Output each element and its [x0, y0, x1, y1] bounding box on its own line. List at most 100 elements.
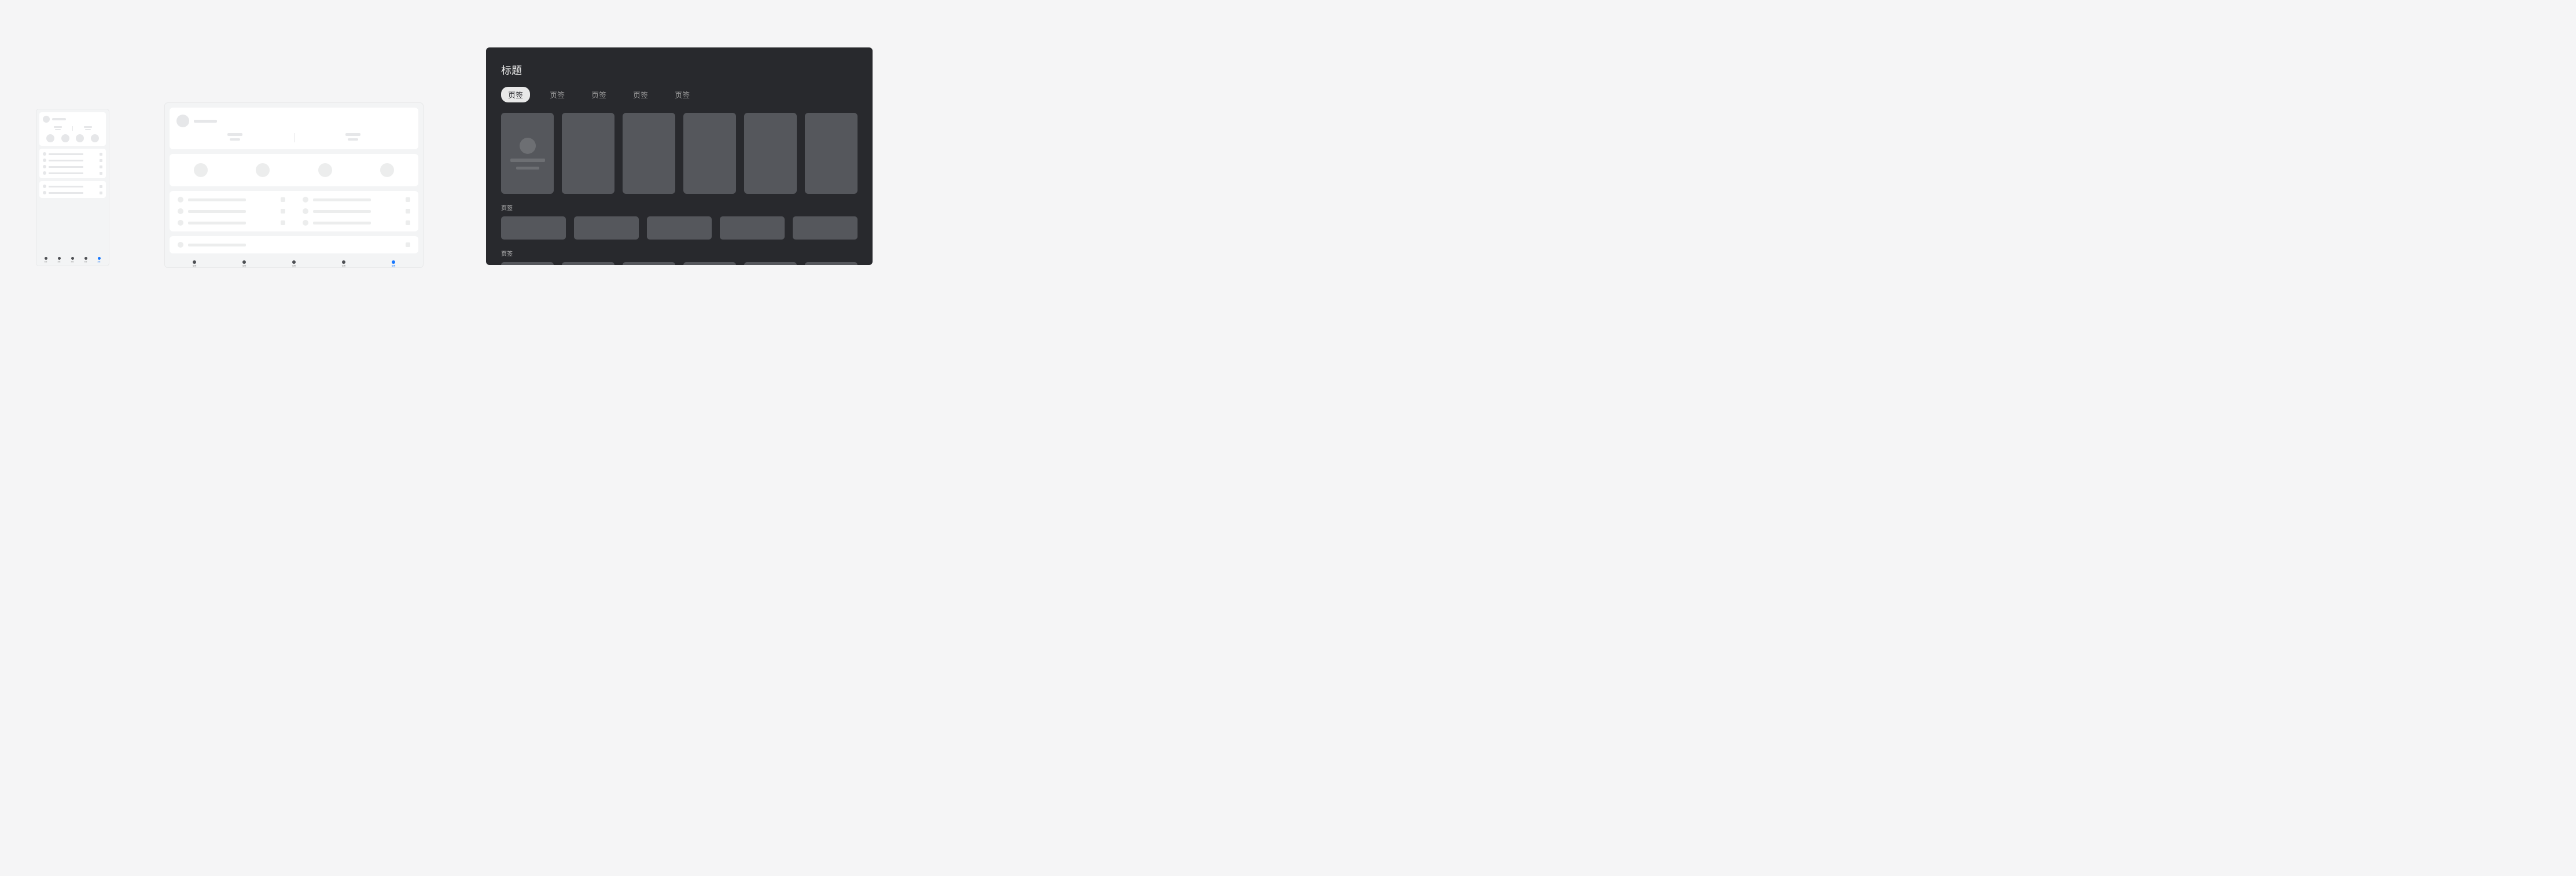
nav-label: 页签	[58, 260, 61, 262]
action-icon	[100, 159, 102, 162]
nav-tab[interactable]: 页签	[57, 257, 61, 263]
quick-actions	[170, 154, 418, 186]
nav-label: 页签	[71, 260, 74, 262]
action-icon	[406, 197, 410, 202]
action-icon	[281, 220, 285, 225]
avatar-icon	[176, 115, 189, 127]
list-item[interactable]	[43, 165, 102, 168]
tab[interactable]: 页签	[626, 87, 655, 102]
text-placeholder	[49, 160, 83, 161]
profile-header	[43, 116, 102, 123]
text-placeholder	[49, 186, 83, 187]
content-card[interactable]	[647, 216, 712, 240]
nav-icon	[392, 260, 395, 264]
tab[interactable]: 页签	[668, 87, 697, 102]
action-icon	[281, 197, 285, 202]
content-card[interactable]	[683, 262, 736, 265]
text-placeholder	[49, 172, 83, 174]
action-icon	[100, 172, 102, 175]
nav-tab[interactable]: 页签	[44, 257, 47, 263]
card-row-clipped	[501, 262, 858, 265]
profile-card	[39, 112, 106, 146]
bottom-nav: 页签 页签 页签 页签 页签	[39, 257, 106, 263]
content-card[interactable]	[501, 262, 554, 265]
card-row-small	[501, 216, 858, 240]
nav-tab-active[interactable]: 页签	[97, 257, 101, 263]
dot-icon	[43, 171, 46, 175]
content-card[interactable]	[805, 262, 858, 265]
content-card[interactable]	[562, 262, 614, 265]
content-card[interactable]	[623, 262, 675, 265]
nav-tab[interactable]: 页签	[341, 260, 346, 268]
list-item[interactable]	[178, 208, 285, 214]
nav-tab[interactable]: 页签	[292, 260, 296, 268]
profile-header	[176, 115, 411, 127]
tab[interactable]: 页签	[543, 87, 572, 102]
list-item[interactable]	[178, 197, 285, 203]
dot-icon	[43, 185, 46, 188]
tab[interactable]: 页签	[584, 87, 613, 102]
list-item[interactable]	[43, 191, 102, 194]
dot-icon	[178, 220, 183, 226]
dot-icon	[178, 208, 183, 214]
nav-tab[interactable]: 页签	[84, 257, 87, 263]
action-icon	[406, 220, 410, 225]
text-placeholder	[313, 210, 371, 213]
nav-icon	[193, 260, 196, 264]
circle-placeholder	[91, 134, 99, 142]
nav-icon	[292, 260, 296, 264]
nav-icon	[342, 260, 345, 264]
tv-wireframe: 标题 页签 页签 页签 页签 页签 页签 页签	[486, 47, 873, 265]
dot-icon	[43, 191, 46, 194]
action-icon	[406, 209, 410, 214]
list-item[interactable]	[303, 220, 410, 226]
dot-icon	[178, 242, 183, 248]
text-placeholder	[49, 166, 83, 168]
list-item[interactable]	[43, 152, 102, 156]
tab-active[interactable]: 页签	[501, 87, 530, 102]
stats-row	[43, 126, 102, 131]
list-item[interactable]	[303, 197, 410, 203]
dot-icon	[303, 220, 308, 226]
nav-icon	[98, 257, 101, 260]
list-card	[39, 181, 106, 198]
nav-tab[interactable]: 页签	[71, 257, 74, 263]
list-card	[170, 191, 418, 231]
nav-tab[interactable]: 页签	[242, 260, 246, 268]
content-card[interactable]	[720, 216, 785, 240]
content-card[interactable]	[562, 113, 614, 194]
dot-icon	[43, 165, 46, 168]
section-label: 页签	[501, 249, 858, 257]
nav-icon	[84, 257, 87, 260]
nav-tab-active[interactable]: 页签	[391, 260, 396, 268]
list-item[interactable]	[178, 242, 410, 248]
content-card[interactable]	[744, 113, 797, 194]
stat-item	[295, 133, 412, 142]
nav-label: 页签	[292, 264, 296, 267]
content-card[interactable]	[793, 216, 858, 240]
nav-icon	[45, 257, 47, 260]
avatar-icon	[43, 116, 50, 123]
content-card[interactable]	[683, 113, 736, 194]
list-item[interactable]	[303, 208, 410, 214]
tabs: 页签 页签 页签 页签 页签	[501, 87, 858, 102]
nav-icon	[71, 257, 74, 260]
content-card[interactable]	[501, 113, 554, 194]
content-card[interactable]	[744, 262, 797, 265]
action-icon	[100, 153, 102, 156]
list-item[interactable]	[178, 220, 285, 226]
section-label: 页签	[501, 203, 858, 212]
nav-tab[interactable]: 页签	[192, 260, 197, 268]
content-card[interactable]	[574, 216, 639, 240]
name-placeholder	[194, 120, 217, 123]
card-row-large	[501, 113, 858, 194]
page-title: 标题	[501, 62, 858, 78]
nav-label: 页签	[392, 264, 396, 267]
list-item[interactable]	[43, 185, 102, 188]
content-card[interactable]	[623, 113, 675, 194]
content-card[interactable]	[805, 113, 858, 194]
content-card[interactable]	[501, 216, 566, 240]
list-item[interactable]	[43, 171, 102, 175]
nav-label: 页签	[98, 260, 101, 262]
list-item[interactable]	[43, 159, 102, 162]
